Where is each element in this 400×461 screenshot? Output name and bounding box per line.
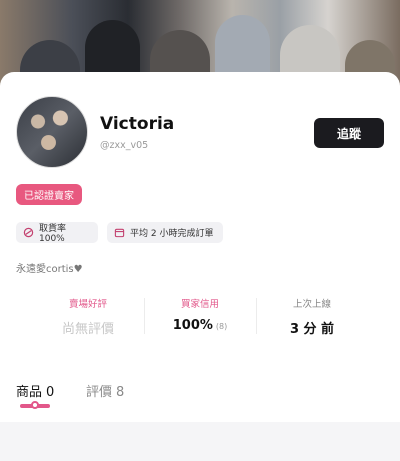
stat-buyer-credit[interactable]: 買家信用 100% (8) — [144, 296, 256, 333]
active-tab-indicator-dot — [31, 401, 39, 409]
avatar[interactable] — [16, 96, 88, 168]
stat-value-sub: (8) — [215, 322, 228, 331]
stat-store-rating[interactable]: 賣場好評 尚無評價 — [32, 296, 144, 337]
profile-handle: @zxx_v05 — [100, 140, 149, 151]
verified-seller-badge: 已認證賣家 — [16, 184, 82, 205]
tab-count: 8 — [116, 385, 125, 400]
tab-products[interactable]: 商品 0 — [16, 381, 54, 400]
pickup-rate-text: 取貨率 100% — [39, 224, 67, 244]
stat-label: 上次上線 — [292, 299, 331, 310]
stat-value-main: 100% — [172, 318, 213, 333]
avg-order-time-text: 平均 2 小時完成訂單 — [130, 229, 214, 239]
stat-value: 100% (8) — [144, 318, 256, 333]
tab-count: 0 — [46, 385, 55, 400]
pickup-rate-chip: 取貨率 100% — [16, 222, 98, 244]
profile-name: Victoria — [100, 114, 175, 134]
tab-reviews[interactable]: 評價 8 — [86, 381, 124, 400]
calendar-icon — [114, 227, 125, 238]
stat-label: 買家信用 — [180, 299, 219, 310]
follow-button[interactable]: 追蹤 — [314, 118, 384, 148]
stat-last-online: 上次上線 3 分 前 — [256, 296, 368, 337]
stat-value: 3 分 前 — [289, 322, 335, 337]
delivery-icon — [23, 227, 34, 238]
tab-label: 評價 — [86, 385, 113, 400]
bio: 永遠愛cortis♥ — [16, 264, 83, 275]
stat-label: 賣場好評 — [68, 299, 107, 310]
stat-value: 尚無評價 — [61, 322, 114, 337]
avg-order-time-chip: 平均 2 小時完成訂單 — [107, 222, 223, 243]
tab-label: 商品 — [16, 385, 43, 400]
